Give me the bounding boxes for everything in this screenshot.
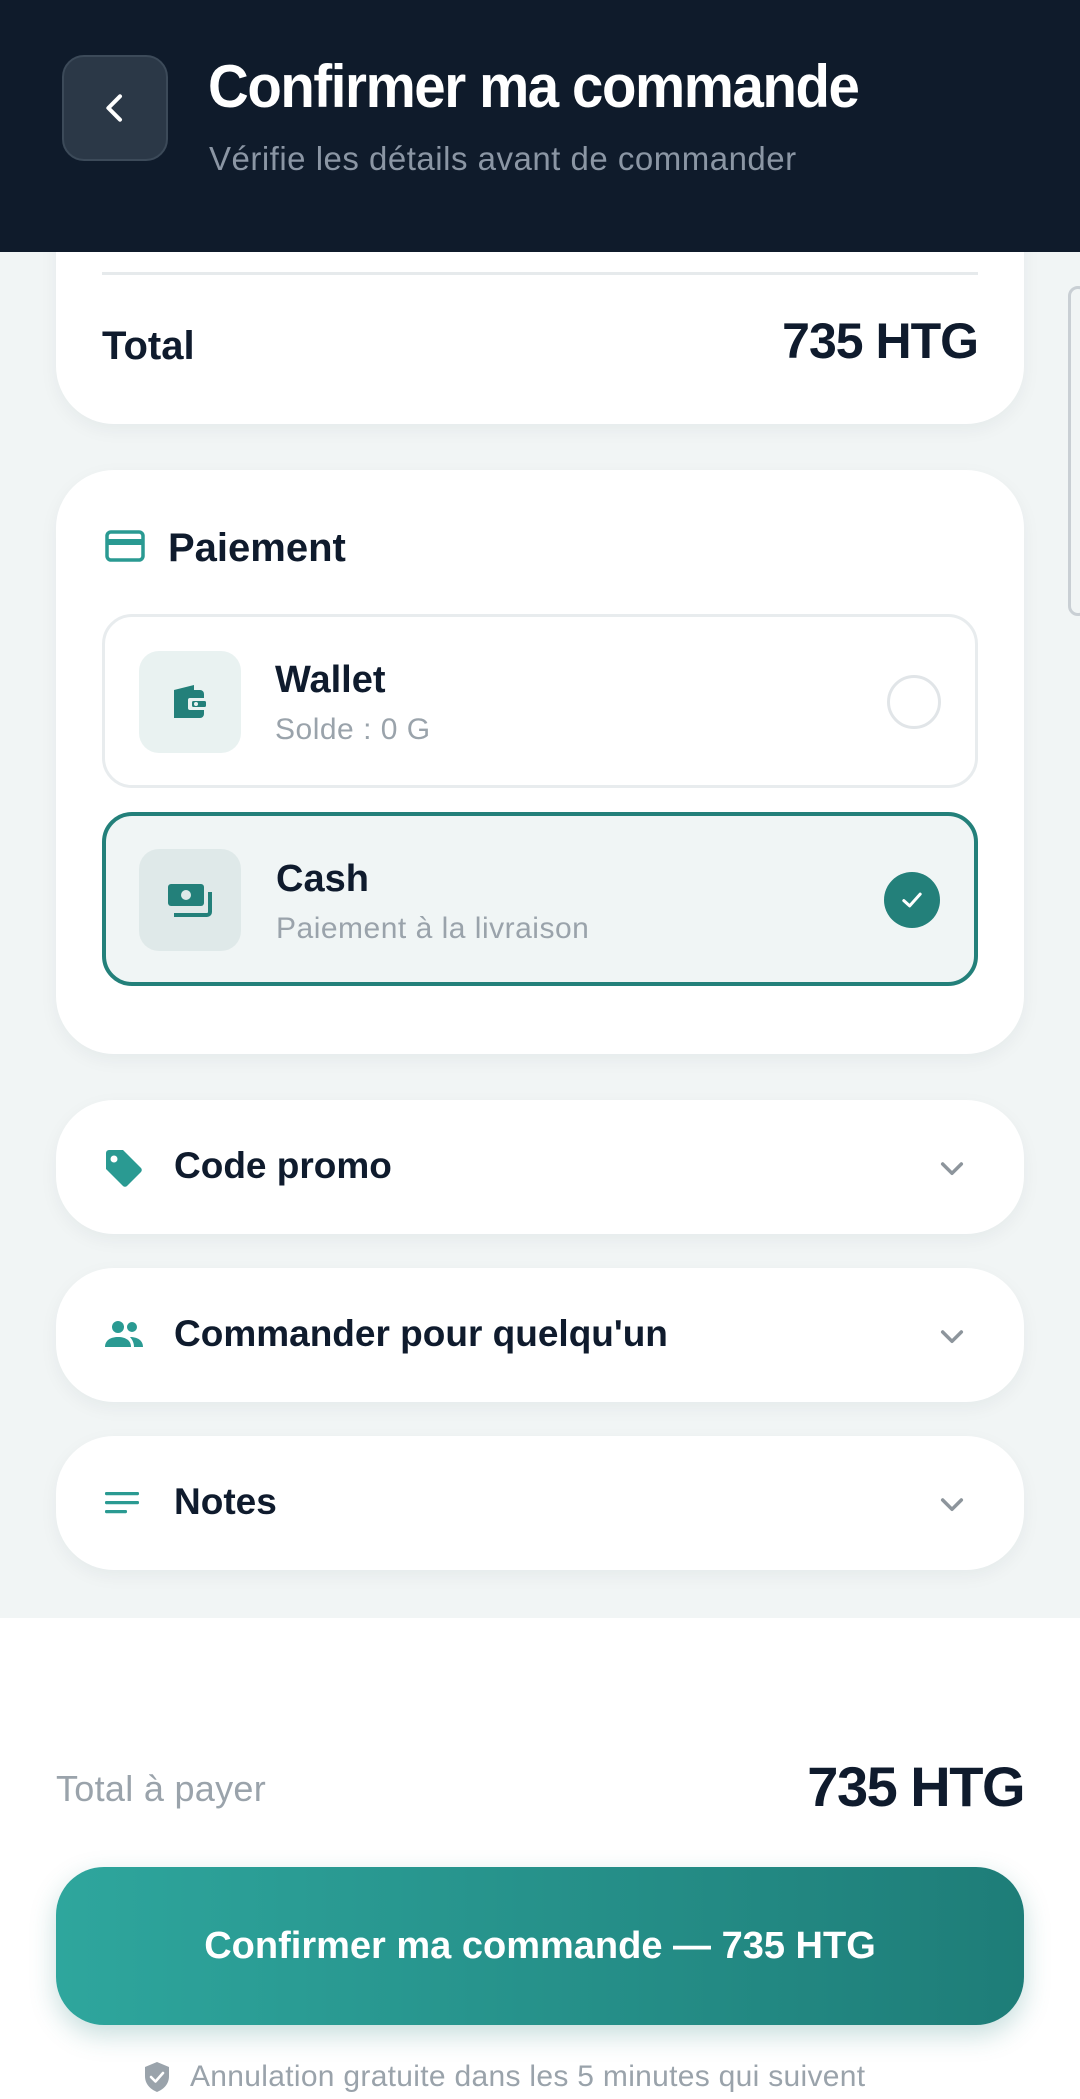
notes-icon xyxy=(105,1492,139,1514)
payment-title: Paiement xyxy=(168,526,346,570)
accordion-notes[interactable]: Notes xyxy=(56,1436,1024,1570)
order-summary-card: Total 735 HTG xyxy=(56,252,1024,424)
checkout-panel: Total à payer 735 HTG Confirmer ma comma… xyxy=(0,1618,1080,2099)
accordion-label: Commander pour quelqu'un xyxy=(174,1313,668,1354)
chevron-down-icon xyxy=(940,1330,964,1344)
chevron-down-icon xyxy=(940,1498,964,1512)
page-subtitle: Vérifie les détails avant de commander xyxy=(209,140,797,177)
confirm-order-button[interactable]: Confirmer ma commande — 735 HTG xyxy=(56,1867,1024,2025)
option-name: Wallet xyxy=(275,659,386,701)
chevron-down-icon xyxy=(940,1162,964,1176)
total-label: Total xyxy=(102,324,195,368)
option-subtitle: Solde : 0 G xyxy=(275,713,431,746)
cancellation-note-text: Annulation gratuite dans les 5 minutes q… xyxy=(190,2060,866,2093)
check-icon xyxy=(902,892,922,908)
accordion-label: Code promo xyxy=(174,1145,392,1186)
wallet-icon xyxy=(174,685,206,718)
payment-option-wallet[interactable]: Wallet Solde : 0 G xyxy=(102,614,978,788)
payment-card: Paiement Wallet Solde : 0 G Cash Paiemen… xyxy=(56,470,1024,1054)
divider xyxy=(102,272,978,275)
back-button[interactable] xyxy=(62,55,168,161)
page-title: Confirmer ma commande xyxy=(208,53,860,120)
cash-icon-box xyxy=(139,849,241,951)
cash-icon xyxy=(168,884,212,917)
payment-option-cash[interactable]: Cash Paiement à la livraison xyxy=(102,812,978,986)
accordion-promo-code[interactable]: Code promo xyxy=(56,1100,1024,1234)
option-name: Cash xyxy=(276,858,369,900)
scrollbar[interactable] xyxy=(1068,286,1080,616)
radio-selected[interactable] xyxy=(884,872,940,928)
wallet-icon-box xyxy=(139,651,241,753)
credit-card-icon xyxy=(105,530,145,562)
content-scroll-area[interactable]: Total 735 HTG Paiement Wallet Solde : 0 … xyxy=(0,252,1080,1618)
total-value: 735 HTG xyxy=(782,313,979,369)
option-subtitle: Paiement à la livraison xyxy=(276,912,590,945)
accordion-label: Notes xyxy=(174,1481,277,1522)
chevron-left-icon xyxy=(106,94,122,122)
total-to-pay-label: Total à payer xyxy=(56,1768,267,1809)
accordion-order-for-someone[interactable]: Commander pour quelqu'un xyxy=(56,1268,1024,1402)
cancellation-note: Annulation gratuite dans les 5 minutes q… xyxy=(142,2060,865,2094)
app-header: Confirmer ma commande Vérifie les détail… xyxy=(0,0,1080,252)
people-icon xyxy=(105,1321,143,1347)
radio-unselected[interactable] xyxy=(887,675,941,729)
tag-icon xyxy=(106,1150,142,1187)
shield-check-icon xyxy=(145,2062,169,2092)
total-to-pay-value: 735 HTG xyxy=(807,1755,1025,1818)
